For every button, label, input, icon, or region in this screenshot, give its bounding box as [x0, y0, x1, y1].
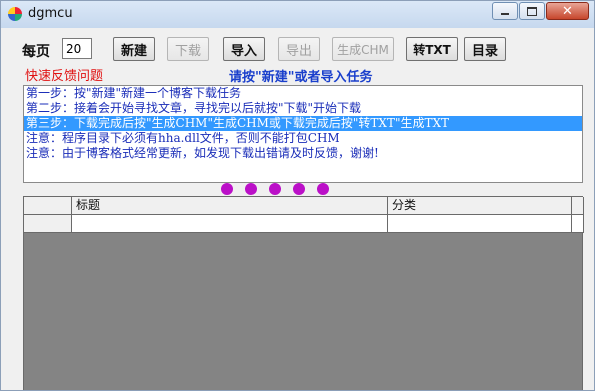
column-header-extra[interactable] [572, 197, 584, 215]
convert-txt-button[interactable]: 转TXT [406, 37, 458, 61]
window-controls: ✕ [491, 2, 589, 20]
import-button[interactable]: 导入 [223, 37, 265, 61]
per-page-input[interactable] [62, 38, 92, 59]
grid-cell-title[interactable] [72, 215, 388, 233]
grid-cell-category[interactable] [388, 215, 572, 233]
app-logo-icon [8, 7, 22, 21]
new-button[interactable]: 新建 [113, 37, 155, 61]
column-header-category[interactable]: 分类 [388, 197, 572, 215]
maximize-icon [527, 6, 537, 16]
article-grid[interactable]: 标题 分类 [23, 196, 584, 390]
progress-dots [221, 183, 341, 195]
export-button[interactable]: 导出 [278, 37, 320, 61]
log-line-selected[interactable]: 第三步：下载完成后按"生成CHM"生成CHM或下载完成后按"转TXT"生成TXT [24, 116, 582, 131]
close-button[interactable]: ✕ [546, 2, 589, 20]
generate-chm-button[interactable]: 生成CHM [332, 37, 394, 61]
progress-dot [245, 183, 257, 195]
title-bar[interactable]: dgmcu ✕ [1, 1, 594, 28]
app-window: dgmcu ✕ 每页 新建 下载 导入 导出 生成CHM 转TXT 目录 快速反… [0, 0, 595, 391]
per-page-label: 每页 [22, 44, 50, 60]
grid-cell-extra[interactable] [572, 215, 584, 233]
window-title: dgmcu [28, 6, 73, 21]
log-line[interactable]: 第二步：接着会开始寻找文章，寻找完以后就按"下载"开始下载 [24, 101, 582, 116]
column-header-title[interactable]: 标题 [72, 197, 388, 215]
close-icon: ✕ [562, 3, 573, 19]
download-button[interactable]: 下载 [167, 37, 209, 61]
log-line[interactable]: 第一步：按"新建"新建一个博客下载任务 [24, 86, 582, 101]
feedback-link[interactable]: 快速反馈问题 [25, 65, 103, 84]
grid-row-selector[interactable] [24, 215, 72, 233]
progress-dot [317, 183, 329, 195]
status-banner: 请按"新建"或者导入任务 [229, 70, 373, 85]
log-listbox[interactable]: 第一步：按"新建"新建一个博客下载任务 第二步：接着会开始寻找文章，寻找完以后就… [23, 85, 583, 183]
log-line[interactable]: 注意：程序目录下必须有hha.dll文件，否则不能打包CHM [24, 131, 582, 146]
catalog-button[interactable]: 目录 [464, 37, 506, 61]
minimize-button[interactable] [492, 2, 518, 20]
log-line[interactable]: 注意：由于博客格式经常更新，如发现下载出错请及时反馈，谢谢! [24, 146, 582, 161]
progress-dot [221, 183, 233, 195]
minimize-icon [501, 13, 509, 15]
grid-row-header [24, 197, 72, 215]
progress-dot [293, 183, 305, 195]
maximize-button[interactable] [519, 2, 545, 20]
progress-dot [269, 183, 281, 195]
